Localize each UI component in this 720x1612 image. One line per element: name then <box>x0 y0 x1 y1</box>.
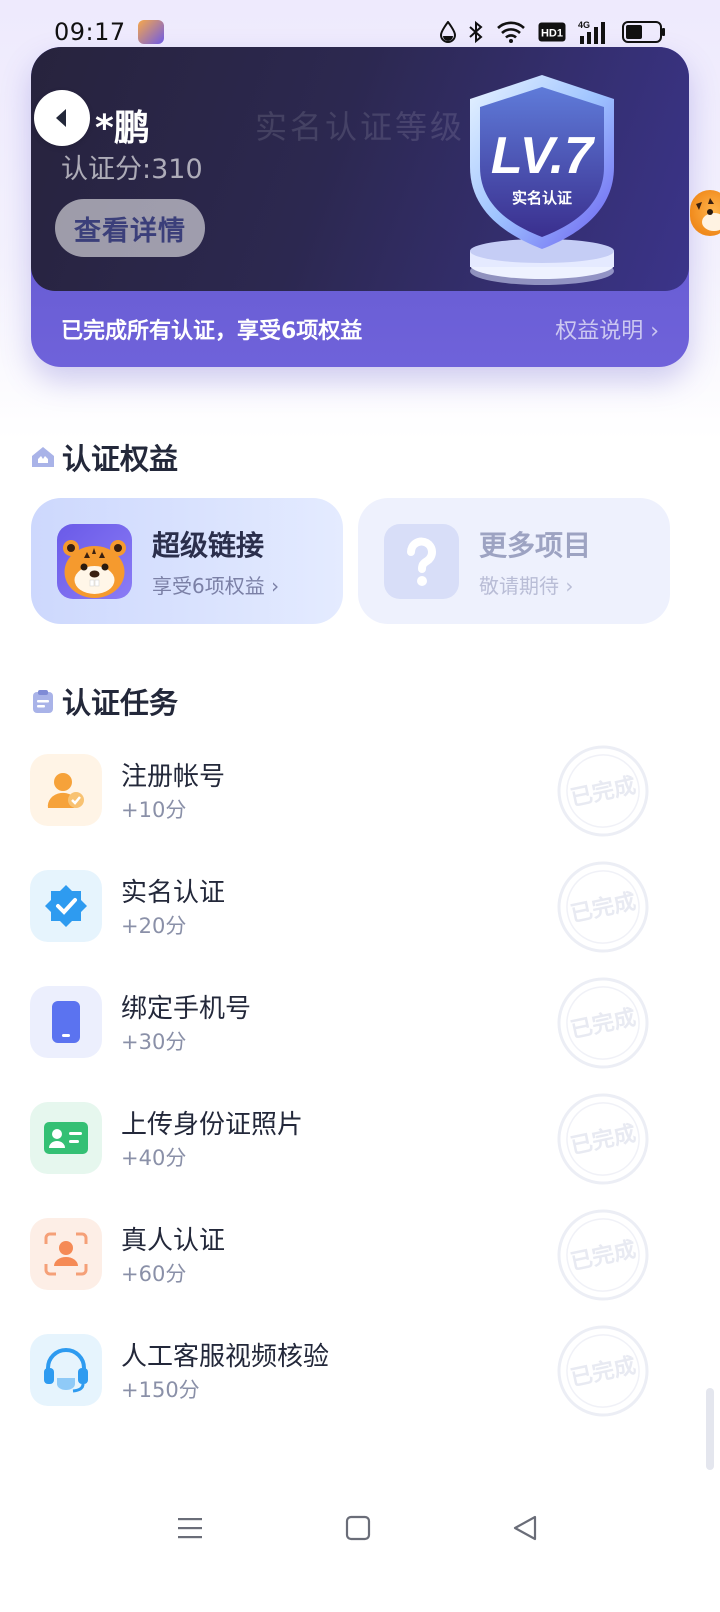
benefit-card-super-link[interactable]: 超级链接 享受6项权益 › <box>31 498 343 624</box>
water-drop-icon <box>440 21 456 43</box>
stamp-text: 已完成 <box>568 1004 638 1043</box>
badge-level-text: LV.7 <box>491 127 595 185</box>
completed-stamp-icon: 已完成 <box>557 861 649 953</box>
task-title: 人工客服视频核验 <box>121 1342 330 1372</box>
home-square-icon <box>345 1515 371 1541</box>
completion-summary: 已完成所有认证，享受6项权益 <box>61 319 363 344</box>
hd-label: HD1 <box>541 28 563 40</box>
benefit-subtitle: 享受6项权益 › <box>152 570 279 599</box>
benefit-name: 更多项目 <box>479 528 592 562</box>
benefit-name: 超级链接 <box>152 528 265 562</box>
tasks-section-label: 认证任务 <box>62 686 179 720</box>
task-title: 注册帐号 <box>121 762 226 792</box>
task-row-bind-phone[interactable]: 绑定手机号 +30分 已完成 <box>0 977 720 1102</box>
tasks-section-title: 认证任务 <box>30 680 178 722</box>
badge-caption: 实名认证 <box>512 189 572 207</box>
level-card: 实名认证等级 *鹏 认证分:310 查看详情 LV.7 实名认证 已完成所有认证… <box>31 47 689 367</box>
task-row-video-verify[interactable]: 人工客服视频核验 +150分 已完成 <box>0 1325 720 1450</box>
back-nav-button[interactable] <box>503 1508 547 1548</box>
task-title: 真人认证 <box>121 1226 226 1256</box>
back-button[interactable] <box>34 90 90 146</box>
id-card-icon <box>30 1102 102 1174</box>
benefit-card-more-items[interactable]: 更多项目 敬请期待 › <box>358 498 670 624</box>
stamp-text: 已完成 <box>568 1352 638 1391</box>
task-row-real-name[interactable]: 实名认证 +20分 已完成 <box>0 861 720 986</box>
view-details-button[interactable]: 查看详情 <box>55 199 205 257</box>
level-card-top: 实名认证等级 *鹏 认证分:310 查看详情 LV.7 实名认证 <box>31 47 689 291</box>
user-name: *鹏 <box>95 108 150 149</box>
level-card-footer: 已完成所有认证，享受6项权益 权益说明 › <box>31 291 689 367</box>
clipboard-icon <box>33 690 53 713</box>
stamp-text: 已完成 <box>568 888 638 927</box>
task-points: +30分 <box>121 1030 187 1054</box>
menu-icon <box>178 1518 202 1539</box>
menu-button[interactable] <box>168 1508 212 1548</box>
benefits-section-title: 认证权益 <box>30 436 178 478</box>
task-points: +60分 <box>121 1262 187 1286</box>
completed-stamp-icon: 已完成 <box>557 1325 649 1417</box>
scrollbar[interactable] <box>706 1388 714 1470</box>
network-label: 4G <box>578 20 590 30</box>
chevron-right-icon: › <box>264 573 280 598</box>
benefit-subtitle: 敬请期待 › <box>479 570 591 599</box>
stamp-text: 已完成 <box>568 1236 638 1275</box>
completed-stamp-icon: 已完成 <box>557 745 649 837</box>
task-row-upload-id[interactable]: 上传身份证照片 +40分 已完成 <box>0 1093 720 1218</box>
home-button[interactable] <box>336 1508 380 1548</box>
chevron-right-icon: › <box>559 573 574 598</box>
4g-signal-icon: 4G <box>578 20 605 44</box>
floating-mascot-icon[interactable] <box>690 190 720 236</box>
completed-stamp-icon: 已完成 <box>557 977 649 1069</box>
wifi-icon <box>497 21 525 43</box>
benefit-subtitle-text: 敬请期待 <box>479 573 559 598</box>
battery-icon <box>622 21 665 43</box>
benefit-subtitle-text: 享受6项权益 <box>152 573 265 598</box>
chevron-right-icon: › <box>643 319 659 344</box>
benefits-section-label: 认证权益 <box>62 442 179 476</box>
task-row-face-verify[interactable]: 真人认证 +60分 已完成 <box>0 1209 720 1334</box>
benefits-explanation-link[interactable]: 权益说明 › <box>555 313 659 345</box>
hd-icon: HD1 <box>538 22 566 42</box>
level-watermark-title: 实名认证等级 <box>255 108 466 146</box>
bluetooth-icon <box>469 20 483 44</box>
completed-stamp-icon: 已完成 <box>557 1209 649 1301</box>
task-title: 上传身份证照片 <box>121 1110 304 1140</box>
status-time: 09:17 <box>54 18 126 46</box>
headset-icon <box>30 1334 102 1406</box>
completed-stamp-icon: 已完成 <box>557 1093 649 1185</box>
face-scan-icon <box>30 1218 102 1290</box>
status-icons: HD1 4G <box>440 20 666 44</box>
verified-badge-icon <box>30 870 102 942</box>
stamp-text: 已完成 <box>568 772 638 811</box>
task-points: +40分 <box>121 1146 187 1170</box>
question-mark-icon <box>384 523 459 599</box>
status-bar: 09:17 HD1 4G <box>0 0 720 64</box>
crown-house-icon <box>32 447 54 467</box>
app-notification-icon <box>137 20 164 44</box>
task-points: +150分 <box>121 1378 200 1402</box>
back-triangle-icon <box>513 1515 537 1541</box>
level-shield-badge-icon: LV.7 实名认证 <box>470 75 614 285</box>
task-points: +20分 <box>121 914 187 938</box>
task-title: 实名认证 <box>121 878 226 908</box>
task-points: +10分 <box>121 798 187 822</box>
phone-icon <box>30 986 102 1058</box>
register-user-icon <box>30 754 102 826</box>
stamp-text: 已完成 <box>568 1120 638 1159</box>
tiger-mascot-icon <box>57 523 132 599</box>
chevron-left-icon <box>56 109 66 127</box>
task-row-register[interactable]: 注册帐号 +10分 已完成 <box>0 745 720 870</box>
task-title: 绑定手机号 <box>121 994 252 1024</box>
benefits-explanation-label: 权益说明 <box>555 319 644 344</box>
certification-score: 认证分:310 <box>61 154 203 185</box>
